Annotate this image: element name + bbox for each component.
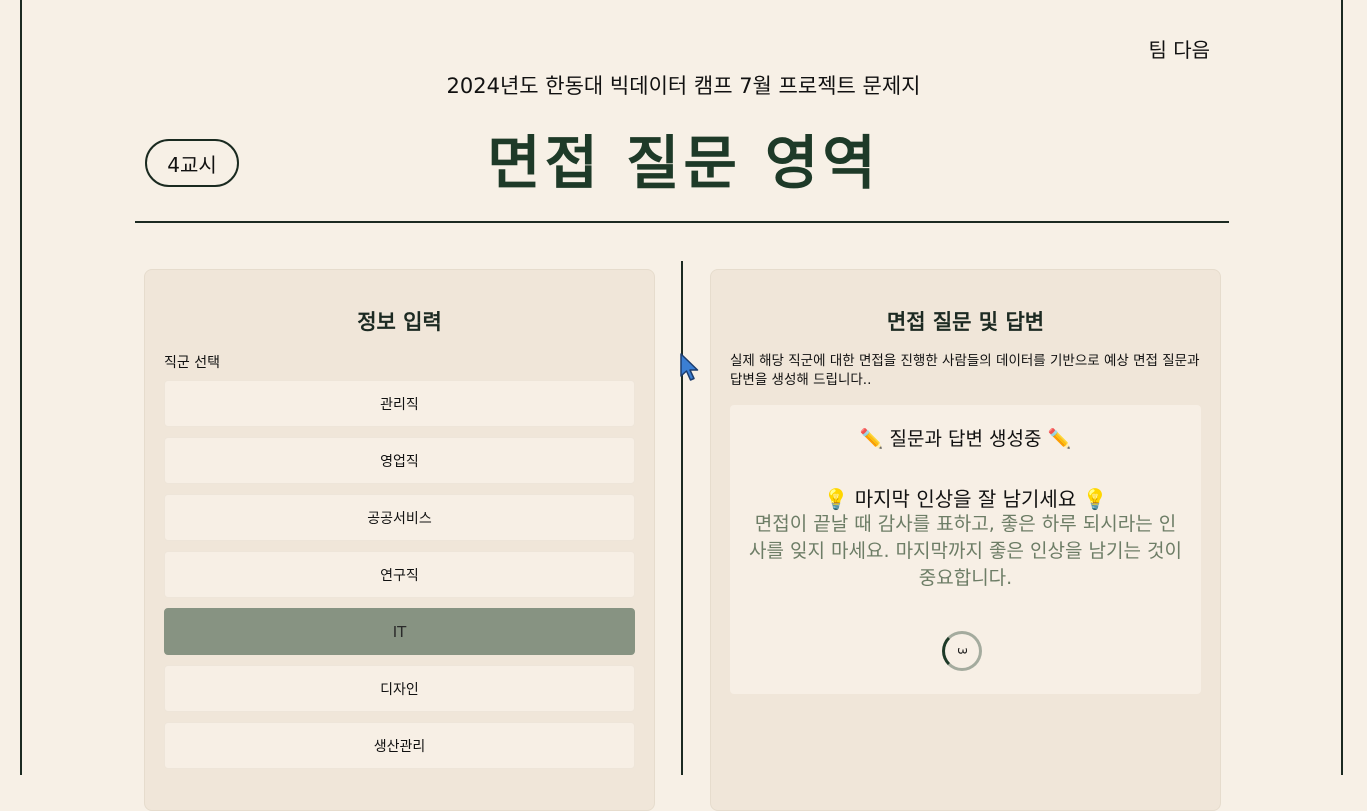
page-title: 면접 질문 영역 [487,129,880,197]
info-input-panel: 정보 입력 직군 선택 관리직 영업직 공공서비스 연구직 IT 디자인 생산관… [144,269,655,811]
job-button-research[interactable]: 연구직 [164,551,635,598]
job-list: 관리직 영업직 공공서비스 연구직 IT 디자인 생산관리 [164,380,635,779]
job-button-sales[interactable]: 영업직 [164,437,635,484]
center-divider [681,261,683,775]
interview-qa-panel: 면접 질문 및 답변 실제 해당 직군에 대한 면접을 진행한 사람들의 데이터… [710,269,1221,811]
generation-status: ✏️ 질문과 답변 생성중 ✏️ [859,428,1072,450]
job-button-management[interactable]: 관리직 [164,380,635,427]
job-button-production[interactable]: 생산관리 [164,722,635,769]
job-button-it[interactable]: IT [164,608,635,655]
team-name: 팀 다음 [1148,38,1210,62]
loading-spinner: 3 [942,631,982,671]
tip-body: 면접이 끝날 때 감사를 표하고, 좋은 하루 되시라는 인사를 잊지 마세요.… [749,513,1182,589]
tip-title: 💡 마지막 인상을 잘 남기세요 💡 [823,487,1108,511]
generation-result-box: ✏️ 질문과 답변 생성중 ✏️ 💡 마지막 인상을 잘 남기세요 💡 면접이 … [730,405,1201,694]
mouse-cursor-icon [680,353,699,381]
header-divider [135,221,1229,223]
info-input-title: 정보 입력 [357,310,442,334]
job-select-label: 직군 선택 [164,355,220,371]
page-subtitle: 2024년도 한동대 빅데이터 캠프 7월 프로젝트 문제지 [446,74,921,98]
job-button-design[interactable]: 디자인 [164,665,635,712]
interview-qa-title: 면접 질문 및 답변 [886,310,1045,334]
interview-qa-description: 실제 해당 직군에 대한 면접을 진행한 사람들의 데이터를 기반으로 예상 면… [730,353,1200,388]
countdown-number: 3 [954,647,969,655]
job-button-public-service[interactable]: 공공서비스 [164,494,635,541]
